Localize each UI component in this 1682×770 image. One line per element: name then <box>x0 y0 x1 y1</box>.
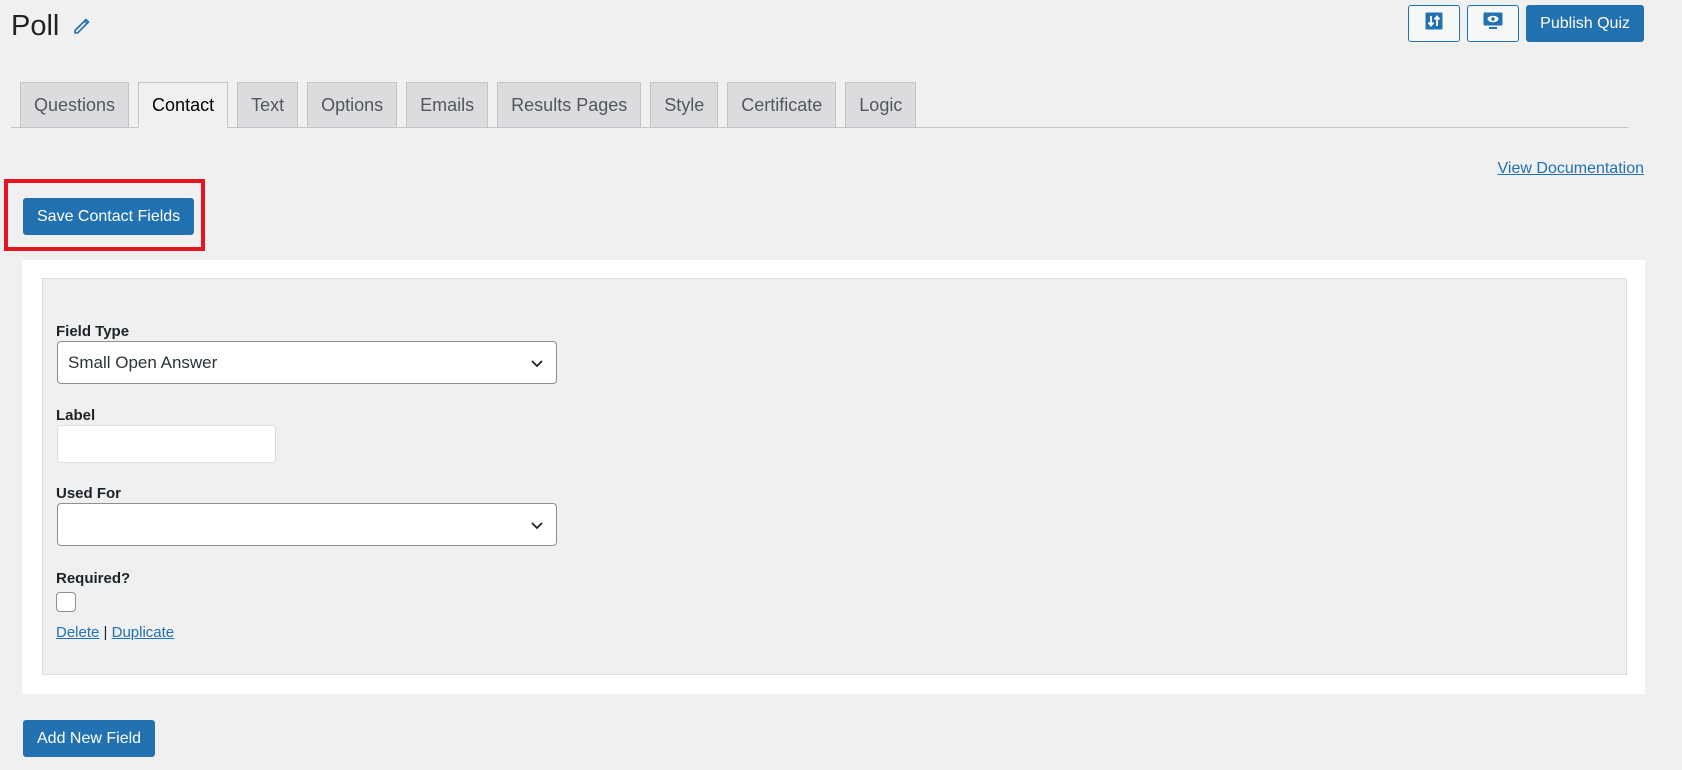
field-type-value: Small Open Answer <box>68 352 218 372</box>
page-title: Poll <box>11 10 60 42</box>
tab-style[interactable]: Style <box>650 82 719 127</box>
tab-logic[interactable]: Logic <box>845 82 917 127</box>
required-label: Required? <box>56 570 131 587</box>
label-input[interactable] <box>57 425 276 463</box>
tab-emails[interactable]: Emails <box>406 82 489 127</box>
field-actions: Delete | Duplicate <box>56 624 174 641</box>
action-separator: | <box>103 624 108 641</box>
add-new-field-button[interactable]: Add New Field <box>23 720 156 757</box>
chevron-down-icon <box>528 516 546 534</box>
used-for-select[interactable] <box>57 503 557 546</box>
tab-options[interactable]: Options <box>307 82 398 127</box>
edit-pencil-icon[interactable] <box>71 15 93 37</box>
view-documentation-link[interactable]: View Documentation <box>1498 160 1644 178</box>
page-title-area: Poll <box>11 8 93 44</box>
delete-link[interactable]: Delete <box>56 624 99 641</box>
tab-questions[interactable]: Questions <box>20 82 130 127</box>
contact-fields-panel: Field Type Small Open Answer Label Used … <box>22 260 1645 694</box>
contact-field-card: Field Type Small Open Answer Label Used … <box>42 278 1627 675</box>
used-for-label: Used For <box>56 485 122 502</box>
required-checkbox[interactable] <box>56 592 76 612</box>
duplicate-link[interactable]: Duplicate <box>112 624 175 641</box>
sort-button[interactable] <box>1408 5 1461 42</box>
header-actions: Publish Quiz <box>1408 5 1644 42</box>
tab-certificate[interactable]: Certificate <box>727 82 837 127</box>
publish-quiz-button[interactable]: Publish Quiz <box>1526 5 1644 42</box>
tab-results-pages[interactable]: Results Pages <box>497 82 642 127</box>
tab-bar: Questions Contact Text Options Emails Re… <box>11 82 1628 128</box>
tab-contact[interactable]: Contact <box>138 82 229 128</box>
field-type-select[interactable]: Small Open Answer <box>57 341 557 384</box>
save-contact-fields-button[interactable]: Save Contact Fields <box>23 198 195 235</box>
sort-arrows-icon <box>1424 11 1444 36</box>
preview-screen-icon <box>1482 11 1504 36</box>
preview-button[interactable] <box>1467 5 1520 42</box>
tab-text[interactable]: Text <box>237 82 299 127</box>
field-type-label: Field Type <box>56 323 130 340</box>
chevron-down-icon <box>528 354 546 372</box>
label-field-label: Label <box>56 407 96 424</box>
